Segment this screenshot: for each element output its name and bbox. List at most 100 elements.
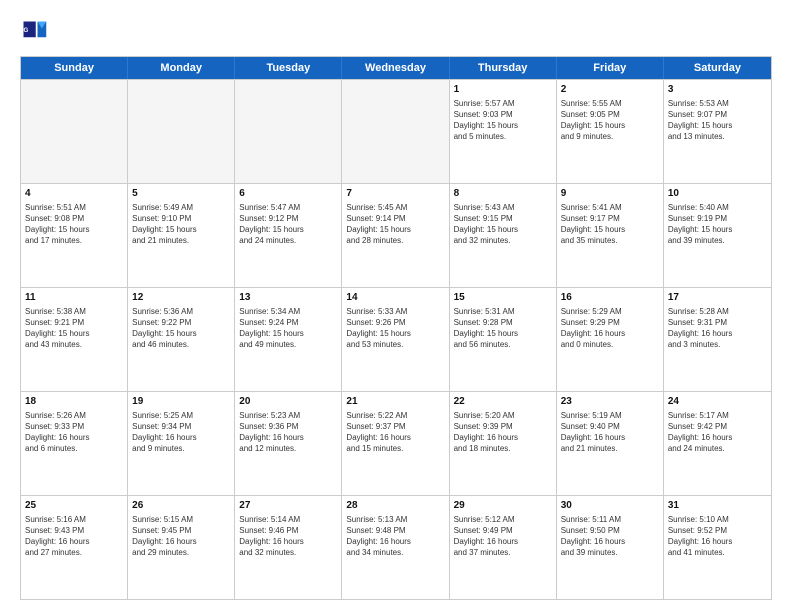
day-number: 4	[25, 187, 123, 201]
day-info: Sunrise: 5:57 AM Sunset: 9:03 PM Dayligh…	[454, 98, 552, 143]
day-info: Sunrise: 5:15 AM Sunset: 9:45 PM Dayligh…	[132, 514, 230, 559]
day-info: Sunrise: 5:51 AM Sunset: 9:08 PM Dayligh…	[25, 202, 123, 247]
day-header-thursday: Thursday	[450, 57, 557, 79]
day-number: 27	[239, 499, 337, 513]
day-header-friday: Friday	[557, 57, 664, 79]
day-header-wednesday: Wednesday	[342, 57, 449, 79]
calendar-cell	[128, 80, 235, 183]
day-number: 23	[561, 395, 659, 409]
calendar-cell: 14Sunrise: 5:33 AM Sunset: 9:26 PM Dayli…	[342, 288, 449, 391]
calendar-cell: 10Sunrise: 5:40 AM Sunset: 9:19 PM Dayli…	[664, 184, 771, 287]
svg-text:G: G	[24, 27, 29, 34]
day-info: Sunrise: 5:26 AM Sunset: 9:33 PM Dayligh…	[25, 410, 123, 455]
day-number: 16	[561, 291, 659, 305]
logo: G	[20, 18, 52, 46]
day-info: Sunrise: 5:14 AM Sunset: 9:46 PM Dayligh…	[239, 514, 337, 559]
calendar-cell: 8Sunrise: 5:43 AM Sunset: 9:15 PM Daylig…	[450, 184, 557, 287]
day-number: 3	[668, 83, 767, 97]
day-number: 10	[668, 187, 767, 201]
day-info: Sunrise: 5:13 AM Sunset: 9:48 PM Dayligh…	[346, 514, 444, 559]
day-info: Sunrise: 5:28 AM Sunset: 9:31 PM Dayligh…	[668, 306, 767, 351]
day-header-saturday: Saturday	[664, 57, 771, 79]
calendar-cell: 2Sunrise: 5:55 AM Sunset: 9:05 PM Daylig…	[557, 80, 664, 183]
day-number: 20	[239, 395, 337, 409]
day-number: 18	[25, 395, 123, 409]
day-number: 6	[239, 187, 337, 201]
page: G SundayMondayTuesdayWednesdayThursdayFr…	[0, 0, 792, 612]
calendar-cell: 31Sunrise: 5:10 AM Sunset: 9:52 PM Dayli…	[664, 496, 771, 599]
calendar-header: SundayMondayTuesdayWednesdayThursdayFrid…	[21, 57, 771, 79]
calendar-cell: 29Sunrise: 5:12 AM Sunset: 9:49 PM Dayli…	[450, 496, 557, 599]
calendar-body: 1Sunrise: 5:57 AM Sunset: 9:03 PM Daylig…	[21, 79, 771, 599]
calendar-cell: 18Sunrise: 5:26 AM Sunset: 9:33 PM Dayli…	[21, 392, 128, 495]
day-info: Sunrise: 5:36 AM Sunset: 9:22 PM Dayligh…	[132, 306, 230, 351]
calendar-cell: 1Sunrise: 5:57 AM Sunset: 9:03 PM Daylig…	[450, 80, 557, 183]
day-info: Sunrise: 5:22 AM Sunset: 9:37 PM Dayligh…	[346, 410, 444, 455]
day-number: 14	[346, 291, 444, 305]
day-number: 12	[132, 291, 230, 305]
calendar-cell: 22Sunrise: 5:20 AM Sunset: 9:39 PM Dayli…	[450, 392, 557, 495]
calendar-row-1: 1Sunrise: 5:57 AM Sunset: 9:03 PM Daylig…	[21, 79, 771, 183]
calendar: SundayMondayTuesdayWednesdayThursdayFrid…	[20, 56, 772, 600]
day-info: Sunrise: 5:12 AM Sunset: 9:49 PM Dayligh…	[454, 514, 552, 559]
day-number: 17	[668, 291, 767, 305]
day-info: Sunrise: 5:49 AM Sunset: 9:10 PM Dayligh…	[132, 202, 230, 247]
day-header-monday: Monday	[128, 57, 235, 79]
day-info: Sunrise: 5:33 AM Sunset: 9:26 PM Dayligh…	[346, 306, 444, 351]
calendar-cell: 27Sunrise: 5:14 AM Sunset: 9:46 PM Dayli…	[235, 496, 342, 599]
day-info: Sunrise: 5:16 AM Sunset: 9:43 PM Dayligh…	[25, 514, 123, 559]
calendar-cell: 9Sunrise: 5:41 AM Sunset: 9:17 PM Daylig…	[557, 184, 664, 287]
day-number: 5	[132, 187, 230, 201]
day-number: 9	[561, 187, 659, 201]
day-info: Sunrise: 5:29 AM Sunset: 9:29 PM Dayligh…	[561, 306, 659, 351]
calendar-row-4: 18Sunrise: 5:26 AM Sunset: 9:33 PM Dayli…	[21, 391, 771, 495]
day-number: 11	[25, 291, 123, 305]
calendar-cell: 25Sunrise: 5:16 AM Sunset: 9:43 PM Dayli…	[21, 496, 128, 599]
day-number: 25	[25, 499, 123, 513]
calendar-cell: 11Sunrise: 5:38 AM Sunset: 9:21 PM Dayli…	[21, 288, 128, 391]
day-number: 8	[454, 187, 552, 201]
calendar-cell: 6Sunrise: 5:47 AM Sunset: 9:12 PM Daylig…	[235, 184, 342, 287]
day-number: 22	[454, 395, 552, 409]
day-info: Sunrise: 5:38 AM Sunset: 9:21 PM Dayligh…	[25, 306, 123, 351]
calendar-cell	[21, 80, 128, 183]
day-info: Sunrise: 5:47 AM Sunset: 9:12 PM Dayligh…	[239, 202, 337, 247]
calendar-cell: 21Sunrise: 5:22 AM Sunset: 9:37 PM Dayli…	[342, 392, 449, 495]
day-number: 1	[454, 83, 552, 97]
day-info: Sunrise: 5:55 AM Sunset: 9:05 PM Dayligh…	[561, 98, 659, 143]
calendar-cell: 17Sunrise: 5:28 AM Sunset: 9:31 PM Dayli…	[664, 288, 771, 391]
day-info: Sunrise: 5:34 AM Sunset: 9:24 PM Dayligh…	[239, 306, 337, 351]
calendar-cell: 24Sunrise: 5:17 AM Sunset: 9:42 PM Dayli…	[664, 392, 771, 495]
day-info: Sunrise: 5:20 AM Sunset: 9:39 PM Dayligh…	[454, 410, 552, 455]
day-number: 26	[132, 499, 230, 513]
day-number: 19	[132, 395, 230, 409]
day-number: 2	[561, 83, 659, 97]
calendar-row-5: 25Sunrise: 5:16 AM Sunset: 9:43 PM Dayli…	[21, 495, 771, 599]
calendar-cell: 23Sunrise: 5:19 AM Sunset: 9:40 PM Dayli…	[557, 392, 664, 495]
calendar-cell	[342, 80, 449, 183]
calendar-cell: 28Sunrise: 5:13 AM Sunset: 9:48 PM Dayli…	[342, 496, 449, 599]
calendar-cell: 30Sunrise: 5:11 AM Sunset: 9:50 PM Dayli…	[557, 496, 664, 599]
day-info: Sunrise: 5:43 AM Sunset: 9:15 PM Dayligh…	[454, 202, 552, 247]
day-info: Sunrise: 5:31 AM Sunset: 9:28 PM Dayligh…	[454, 306, 552, 351]
calendar-cell	[235, 80, 342, 183]
calendar-cell: 13Sunrise: 5:34 AM Sunset: 9:24 PM Dayli…	[235, 288, 342, 391]
day-number: 29	[454, 499, 552, 513]
day-number: 28	[346, 499, 444, 513]
day-header-tuesday: Tuesday	[235, 57, 342, 79]
day-info: Sunrise: 5:11 AM Sunset: 9:50 PM Dayligh…	[561, 514, 659, 559]
calendar-cell: 15Sunrise: 5:31 AM Sunset: 9:28 PM Dayli…	[450, 288, 557, 391]
day-number: 21	[346, 395, 444, 409]
calendar-cell: 7Sunrise: 5:45 AM Sunset: 9:14 PM Daylig…	[342, 184, 449, 287]
calendar-row-2: 4Sunrise: 5:51 AM Sunset: 9:08 PM Daylig…	[21, 183, 771, 287]
calendar-cell: 3Sunrise: 5:53 AM Sunset: 9:07 PM Daylig…	[664, 80, 771, 183]
calendar-row-3: 11Sunrise: 5:38 AM Sunset: 9:21 PM Dayli…	[21, 287, 771, 391]
day-number: 31	[668, 499, 767, 513]
calendar-cell: 16Sunrise: 5:29 AM Sunset: 9:29 PM Dayli…	[557, 288, 664, 391]
day-info: Sunrise: 5:40 AM Sunset: 9:19 PM Dayligh…	[668, 202, 767, 247]
day-info: Sunrise: 5:10 AM Sunset: 9:52 PM Dayligh…	[668, 514, 767, 559]
day-info: Sunrise: 5:25 AM Sunset: 9:34 PM Dayligh…	[132, 410, 230, 455]
logo-icon: G	[20, 18, 48, 46]
day-info: Sunrise: 5:53 AM Sunset: 9:07 PM Dayligh…	[668, 98, 767, 143]
day-number: 24	[668, 395, 767, 409]
